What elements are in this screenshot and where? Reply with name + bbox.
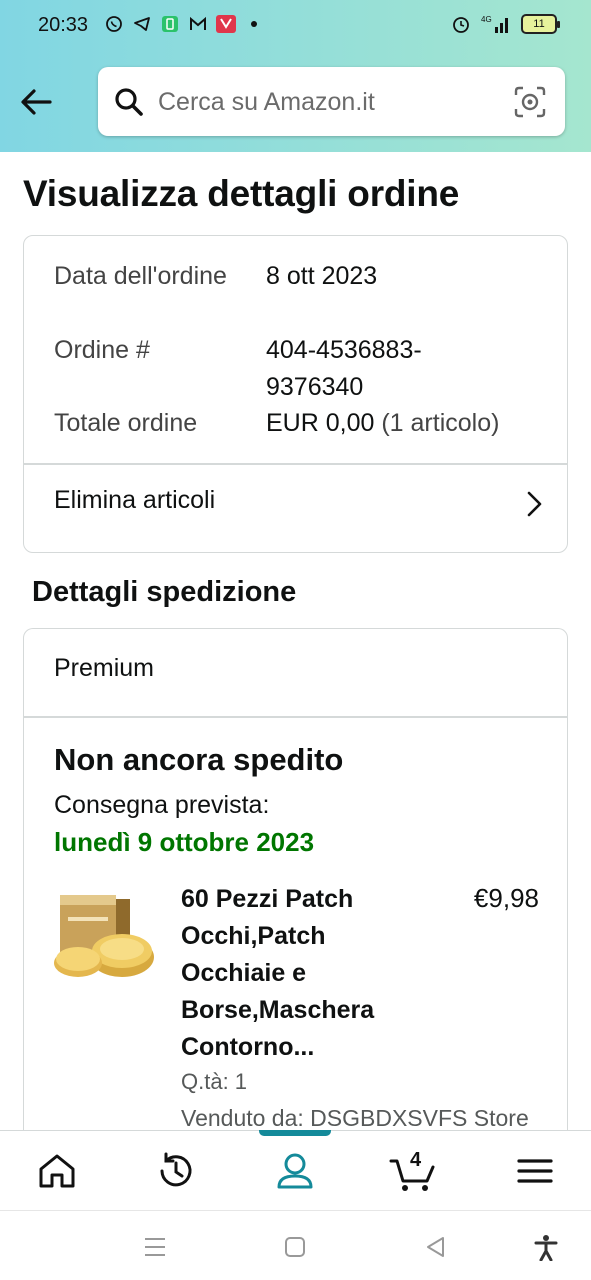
order-date-value: 8 ott 2023 (266, 262, 378, 290)
product-title[interactable]: 60 Pezzi Patch Occhi,Patch Occhiaie e Bo… (181, 881, 421, 1066)
cart-icon[interactable]: 4 (389, 1149, 439, 1193)
search-bar[interactable] (98, 67, 565, 136)
product-quantity: Q.tà: 1 (181, 1069, 248, 1094)
search-icon (114, 87, 144, 117)
recent-apps-icon[interactable] (141, 1233, 169, 1261)
order-number-value: 404-4536883-9376340 (266, 336, 422, 401)
order-total-amount: EUR 0,00 (266, 409, 375, 437)
back-arrow-icon[interactable] (18, 84, 54, 120)
signal-icon: 4G (481, 14, 511, 34)
delivery-date: lunedì 9 ottobre 2023 (54, 827, 315, 857)
bottom-navigation: 4 (0, 1130, 591, 1210)
home-icon[interactable] (35, 1149, 79, 1193)
whatsapp-icon (104, 14, 124, 34)
cart-count: 4 (410, 1149, 422, 1171)
notification-icons (104, 14, 264, 34)
shipping-section-title: Dettagli spedizione (32, 576, 297, 608)
camera-search-icon[interactable] (513, 85, 547, 119)
telegram-icon (132, 14, 152, 34)
system-icons: 4G 11 (451, 14, 560, 34)
order-number-label: Ordine # (54, 336, 150, 364)
product-seller: Venduto da: DSGBDXSVFS Store (181, 1105, 529, 1131)
history-icon[interactable] (154, 1149, 198, 1193)
active-tab-indicator (259, 1130, 331, 1136)
delivery-label: Consegna prevista: (54, 791, 270, 819)
app-notification-icon (216, 14, 236, 34)
more-dot-icon (244, 14, 264, 34)
product-image[interactable] (52, 891, 156, 987)
app-header: 20:33 4G 11 Cerca su Amazon.it (0, 0, 591, 152)
order-total-value: EUR 0,00 (1 articolo) (266, 405, 551, 442)
order-total-label: Totale ordine (54, 409, 198, 437)
shipping-type: Premium (54, 654, 155, 682)
product-price: €9,98 (473, 883, 539, 913)
alarm-icon (451, 14, 471, 34)
order-summary-card: Data dell'ordine 8 ott 2023 Ordine # 404… (23, 235, 568, 553)
accessibility-icon[interactable] (532, 1233, 560, 1262)
account-icon[interactable] (273, 1149, 317, 1193)
divider (24, 463, 567, 465)
system-navigation-bar (0, 1210, 591, 1280)
chevron-right-icon[interactable] (523, 489, 545, 519)
battery-indicator: 11 (521, 14, 560, 34)
status-bar: 20:33 4G 11 (0, 0, 591, 52)
search-input[interactable] (158, 85, 498, 119)
order-total-items: (1 articolo) (381, 409, 500, 437)
divider (24, 716, 567, 718)
gmail-icon (188, 14, 208, 34)
shipping-card: Premium Non ancora spedito Consegna prev… (23, 628, 568, 1188)
page-title: Visualizza dettagli ordine (23, 173, 460, 214)
delete-items-label[interactable]: Elimina articoli (54, 486, 215, 515)
svg-text:4G: 4G (481, 15, 492, 24)
status-time: 20:33 (38, 14, 89, 36)
order-date-label: Data dell'ordine (54, 262, 227, 290)
home-button-icon[interactable] (281, 1233, 309, 1261)
menu-icon[interactable] (513, 1149, 557, 1193)
battery-saver-icon (160, 14, 180, 34)
shipment-status: Non ancora spedito (54, 742, 344, 777)
back-button-icon[interactable] (422, 1233, 450, 1261)
